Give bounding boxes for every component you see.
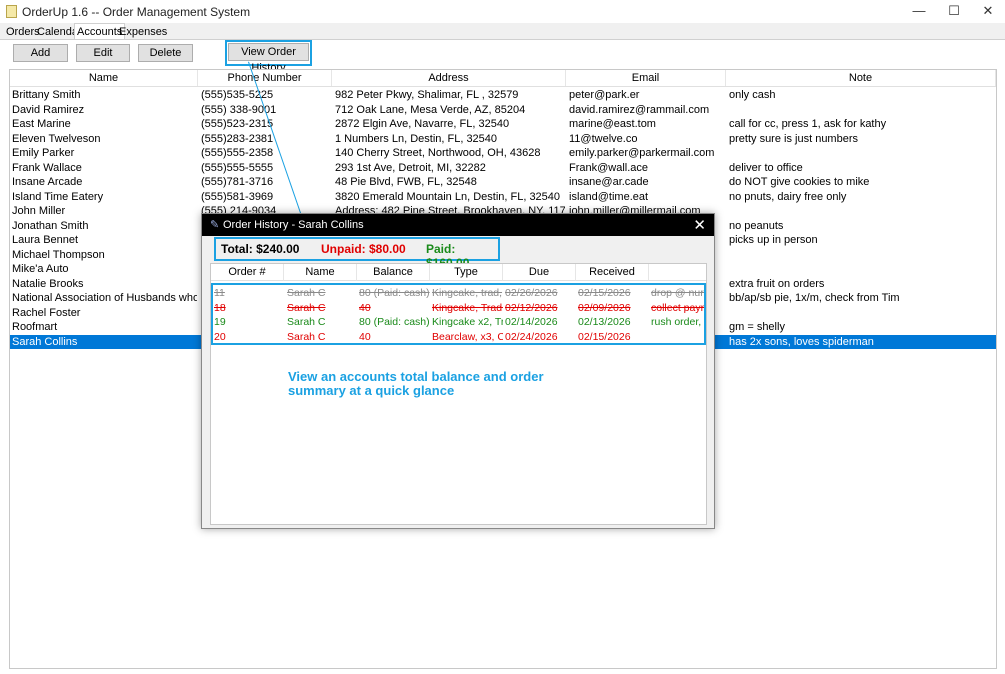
- table-cell: Rachel Foster: [12, 306, 81, 319]
- app-icon: [6, 5, 17, 18]
- tab-strip: Orders Calendar Accounts Expenses: [0, 23, 1005, 41]
- dialog-title: Order History - Sarah Collins: [223, 219, 364, 231]
- table-cell: no peanuts: [729, 219, 784, 232]
- add-button[interactable]: Add: [13, 44, 68, 62]
- minimize-button[interactable]: —: [902, 0, 936, 23]
- column-header-order-num[interactable]: Order #: [211, 264, 284, 281]
- column-header-type[interactable]: Type: [430, 264, 503, 281]
- table-cell: East Marine: [12, 118, 71, 130]
- table-cell: Eleven Twelveson: [12, 132, 101, 145]
- table-cell: (555)535-5225: [201, 89, 274, 101]
- table-cell: National Association of Husbands who Fis…: [12, 292, 197, 304]
- table-cell: gm = shelly: [729, 321, 785, 333]
- table-row[interactable]: Frank Wallace (555)555-5555 293 1st Ave, D…: [10, 161, 996, 176]
- table-cell: 140 Cherry Street, Northwood, OH, 43628: [335, 147, 541, 159]
- table-cell: only cash: [729, 89, 776, 101]
- table-row[interactable]: East Marine (555)523-2315 2872 Elgin Ave, …: [10, 117, 996, 132]
- table-cell: Jonathan Smith: [12, 219, 89, 232]
- table-cell: (555)781-3716: [201, 176, 274, 188]
- balance-summary: Total: $240.00 Unpaid: $80.00 Paid: $160…: [214, 237, 500, 270]
- table-cell: 3820 Emerald Mountain Ln, Destin, FL, 32…: [335, 190, 561, 203]
- table-cell: peter@park.er: [569, 89, 640, 101]
- column-header-name[interactable]: Name: [10, 70, 198, 86]
- total-balance: Total: $240.00: [221, 242, 300, 256]
- unpaid-balance: Unpaid: $80.00: [321, 242, 406, 256]
- table-cell: 293 1st Ave, Detroit, MI, 32282: [335, 161, 486, 174]
- table-row[interactable]: Eleven Twelveson (555)283-2381 1 Numbers L…: [10, 132, 996, 147]
- table-cell: has 2x sons, loves spiderman: [729, 335, 874, 348]
- table-cell: Frank Wallace: [12, 161, 82, 174]
- table-row[interactable]: David Ramirez (555) 338-9001 712 Oak Lane,…: [10, 103, 996, 118]
- view-order-history-button[interactable]: View Order History: [228, 43, 309, 74]
- table-cell: Emily Parker: [12, 147, 75, 159]
- dialog-title-bar: ✎ Order History - Sarah Collins ✕: [202, 214, 714, 236]
- table-cell: 712 Oak Lane, Mesa Verde, AZ, 85204: [335, 103, 526, 116]
- table-cell: Insane Arcade: [12, 176, 83, 188]
- table-row[interactable]: Island Time Eatery (555)581-3969 3820 Emer…: [10, 190, 996, 205]
- tab-expenses[interactable]: Expenses: [117, 25, 169, 39]
- column-header-due[interactable]: Due: [503, 264, 576, 281]
- table-cell: Sarah Collins: [12, 335, 78, 348]
- column-header-balance[interactable]: Balance: [357, 264, 430, 281]
- table-cell: bb/ap/sb pie, 1x/m, check from Tim: [729, 292, 900, 304]
- table-cell: Frank@wall.ace: [569, 161, 649, 174]
- column-header-email[interactable]: Email: [566, 70, 726, 86]
- table-cell: 11@twelve.co: [569, 132, 638, 145]
- table-cell: Laura Bennet: [12, 234, 79, 246]
- column-header-phone[interactable]: Phone Number: [198, 70, 332, 86]
- column-header-name[interactable]: Name: [284, 264, 357, 281]
- table-cell: 48 Pie Blvd, FWB, FL, 32548: [335, 176, 477, 188]
- table-cell: Natalie Brooks: [12, 277, 84, 290]
- column-header-note[interactable]: Note: [726, 70, 996, 86]
- edit-button[interactable]: Edit: [76, 44, 130, 62]
- table-cell: Michael Thompson: [12, 248, 105, 261]
- table-row[interactable]: Insane Arcade (555)781-3716 48 Pie Blvd, F…: [10, 175, 996, 190]
- table-row[interactable]: Emily Parker (555)555-2358 140 Cherry Stre…: [10, 146, 996, 161]
- table-cell: do NOT give cookies to mike: [729, 176, 870, 188]
- table-cell: 1 Numbers Ln, Destin, FL, 32540: [335, 132, 498, 145]
- table-cell: Mike'a Auto: [12, 263, 69, 275]
- orders-highlight: [211, 283, 706, 345]
- table-cell: Brittany Smith: [12, 89, 81, 101]
- maximize-button[interactable]: ☐: [937, 0, 971, 23]
- table-cell: (555)523-2315: [201, 118, 274, 130]
- table-cell: 982 Peter Pkwy, Shalimar, FL , 32579: [335, 89, 519, 101]
- annotation-caption: View an accounts total balance and order…: [288, 369, 544, 398]
- window-title: OrderUp 1.6 -- Order Management System: [22, 5, 251, 19]
- feather-icon: ✎: [210, 219, 220, 231]
- column-header-address[interactable]: Address: [332, 70, 566, 86]
- dialog-close-button[interactable]: ✕: [693, 216, 706, 234]
- table-cell: marine@east.tom: [569, 118, 656, 130]
- delete-button[interactable]: Delete: [138, 44, 193, 62]
- table-cell: deliver to office: [729, 161, 803, 174]
- table-cell: call for cc, press 1, ask for kathy: [729, 118, 887, 130]
- column-header-notes: [649, 264, 706, 281]
- table-row[interactable]: Brittany Smith (555)535-5225 982 Peter Pkw…: [10, 88, 996, 103]
- table-cell: picks up in person: [729, 234, 818, 246]
- table-cell: emily.parker@parkermail.com: [569, 147, 715, 159]
- table-cell: John Miller: [12, 205, 66, 217]
- table-cell: 2872 Elgin Ave, Navarre, FL, 32540: [335, 118, 510, 130]
- table-cell: (555)283-2381: [201, 132, 274, 145]
- title-bar: OrderUp 1.6 -- Order Management System —…: [0, 0, 1005, 23]
- table-cell: extra fruit on orders: [729, 277, 825, 290]
- table-cell: Island Time Eatery: [12, 190, 104, 203]
- table-cell: pretty sure is just numbers: [729, 132, 858, 145]
- table-cell: (555)555-2358: [201, 147, 274, 159]
- table-header: Name Phone Number Address Email Note: [10, 70, 996, 87]
- table-cell: no pnuts, dairy free only: [729, 190, 847, 203]
- column-header-received[interactable]: Received: [576, 264, 649, 281]
- table-cell: (555)555-5555: [201, 161, 274, 174]
- table-cell: (555)581-3969: [201, 190, 274, 203]
- table-cell: David Ramirez: [12, 103, 85, 116]
- table-cell: david.ramirez@rammail.com: [569, 103, 710, 116]
- table-cell: insane@ar.cade: [569, 176, 649, 188]
- close-button[interactable]: ✕: [971, 0, 1005, 23]
- table-cell: island@time.eat: [569, 190, 649, 203]
- table-cell: Roofmart: [12, 321, 58, 333]
